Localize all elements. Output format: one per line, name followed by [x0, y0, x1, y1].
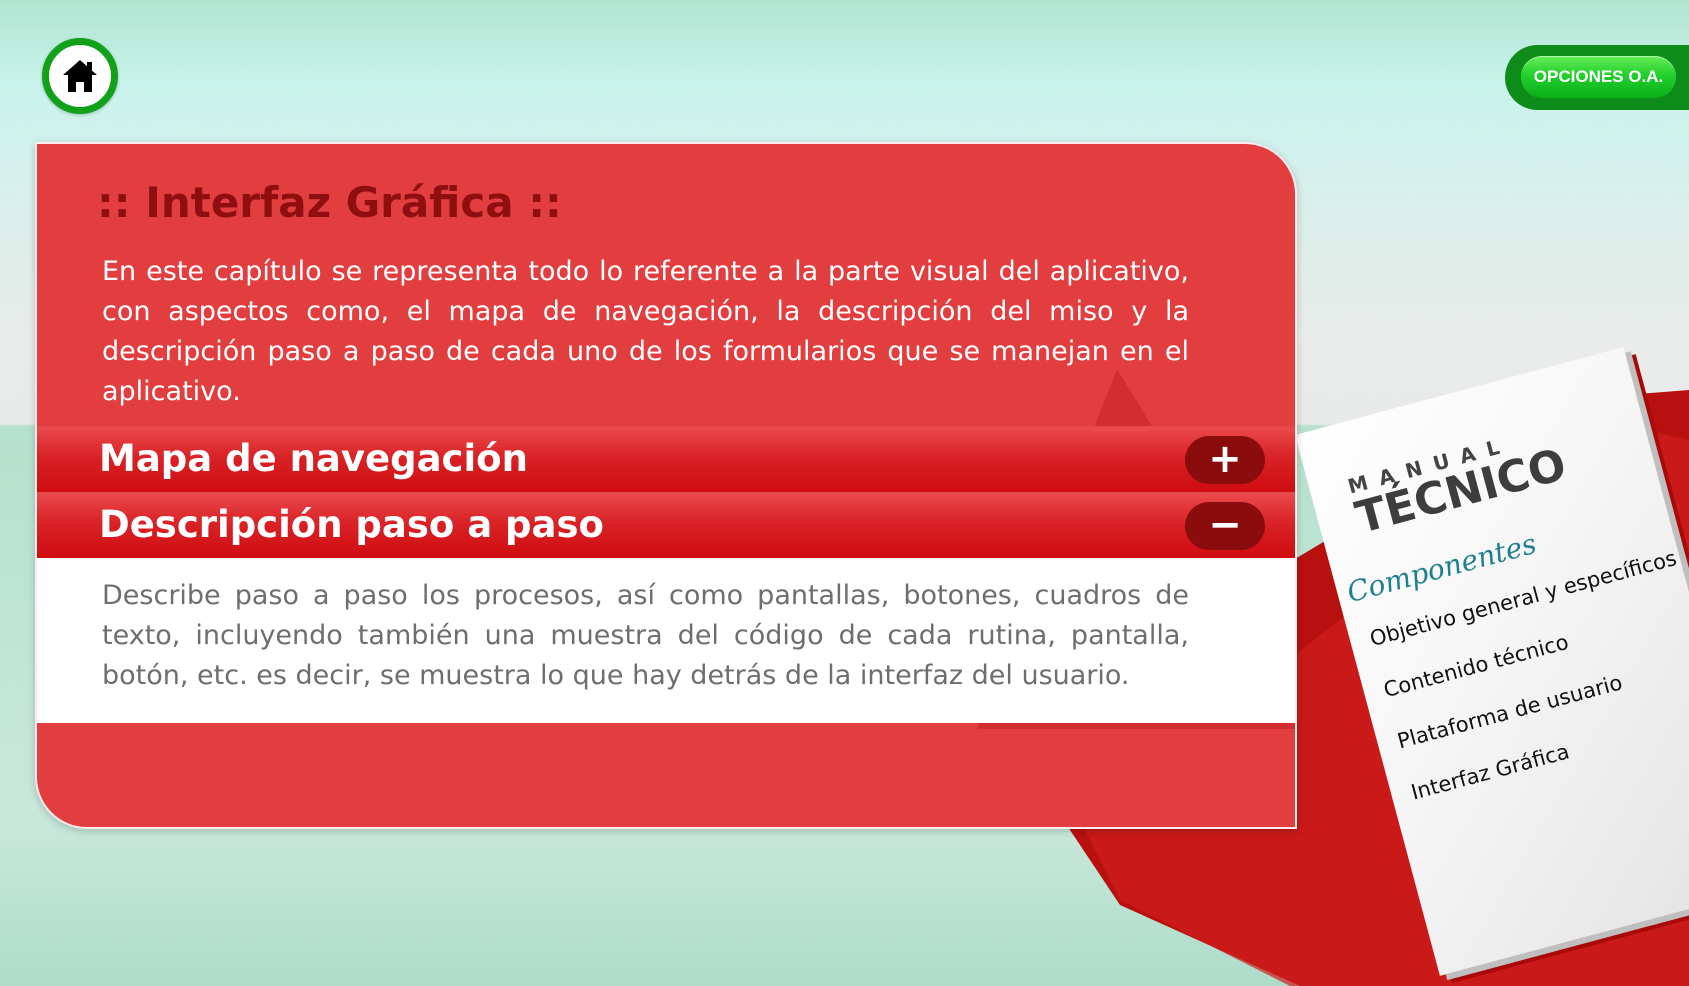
accordion-label: Descripción paso a paso	[99, 503, 604, 546]
options-button[interactable]: OPCIONES O.A.	[1521, 56, 1676, 98]
accordion-body-descripcion: Describe paso a paso los procesos, así c…	[37, 558, 1295, 723]
collapse-button[interactable]: −	[1185, 502, 1265, 550]
page-title: :: Interfaz Gráfica ::	[97, 178, 562, 227]
content-panel: :: Interfaz Gráfica :: En este capítulo …	[35, 142, 1297, 829]
accordion-header-mapa[interactable]: Mapa de navegación +	[37, 426, 1295, 492]
options-tab: OPCIONES O.A.	[1505, 45, 1689, 110]
accordion-header-descripcion[interactable]: Descripción paso a paso −	[37, 492, 1295, 558]
intro-text: En este capítulo se representa todo lo r…	[102, 256, 1189, 407]
home-button[interactable]	[42, 38, 118, 114]
home-icon	[63, 60, 97, 92]
accordion-body-text: Describe paso a paso los procesos, así c…	[102, 580, 1189, 691]
expand-button[interactable]: +	[1185, 436, 1265, 484]
accordion-label: Mapa de navegación	[99, 437, 528, 480]
manual-page: MANUAL TÉCNICO Componentes Objetivo gene…	[1295, 347, 1689, 976]
manual-item: Interfaz Gráfica	[1408, 739, 1572, 805]
